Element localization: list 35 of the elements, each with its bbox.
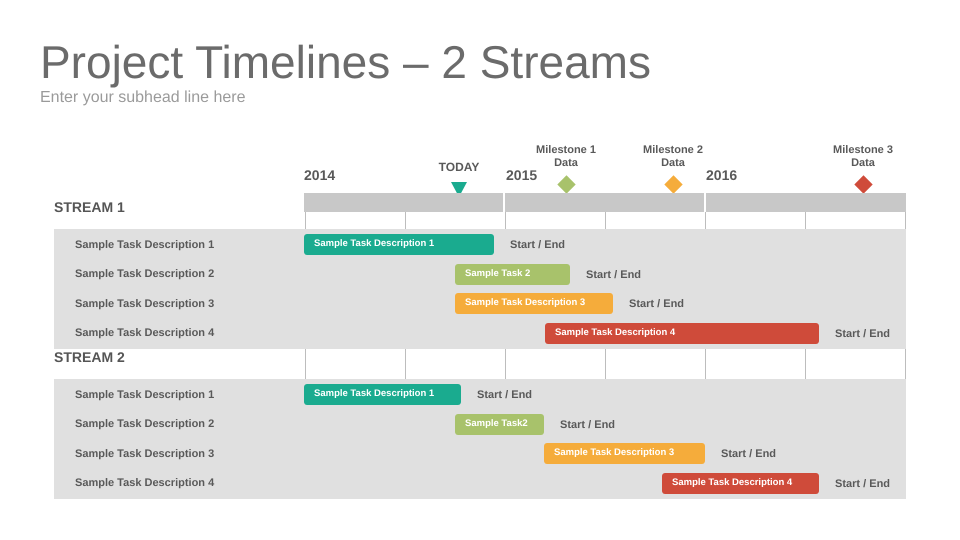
milestone-label: Milestone 2 Data	[642, 144, 704, 170]
task-label: Sample Task Description 2	[75, 418, 214, 430]
task-label: Sample Task Description 1	[75, 238, 214, 251]
task-bar: Sample Task Description 1	[304, 384, 461, 405]
start-end-label: Start / End	[721, 447, 776, 461]
task-bar: Sample Task Description 4	[545, 322, 819, 344]
start-end-label: Start / End	[477, 388, 532, 402]
start-end-label: Start / End	[586, 268, 642, 282]
stream-label: STREAM 1	[54, 199, 125, 215]
today-label: TODAY	[438, 160, 480, 174]
year-label: 2014	[304, 166, 336, 184]
task-label: Sample Task Description 3	[75, 448, 214, 460]
start-end-label: Start / End	[835, 326, 890, 340]
task-bar: Sample Task2	[455, 414, 544, 434]
task-bar: Sample Task Description 3	[455, 293, 613, 314]
task-label: Sample Task Description 2	[75, 268, 214, 280]
task-label: Sample Task Description 4	[75, 327, 214, 340]
task-bar: Sample Task Description 3	[544, 443, 705, 464]
start-end-label: Start / End	[510, 238, 566, 252]
stream-label: STREAM 2	[54, 349, 125, 365]
slide-title: Project Timelines – 2 Streams	[40, 36, 652, 88]
task-bar: Sample Task Description 4	[662, 472, 819, 494]
task-label: Sample Task Description 3	[75, 298, 214, 310]
task-bar: Sample Task 2	[455, 264, 570, 284]
milestone-label: Milestone 3 Data	[832, 144, 894, 170]
task-label: Sample Task Description 4	[75, 477, 214, 490]
task-label: Sample Task Description 1	[75, 388, 214, 401]
start-end-label: Start / End	[835, 476, 890, 490]
start-end-label: Start / End	[560, 418, 616, 432]
start-end-label: Start / End	[629, 297, 684, 311]
milestone-label: Milestone 1 Data	[535, 144, 597, 170]
task-bar: Sample Task Description 1	[304, 234, 494, 255]
year-label: 2016	[706, 166, 738, 184]
slide-subhead: Enter your subhead line here	[40, 88, 246, 108]
year-label: 2015	[506, 166, 538, 184]
